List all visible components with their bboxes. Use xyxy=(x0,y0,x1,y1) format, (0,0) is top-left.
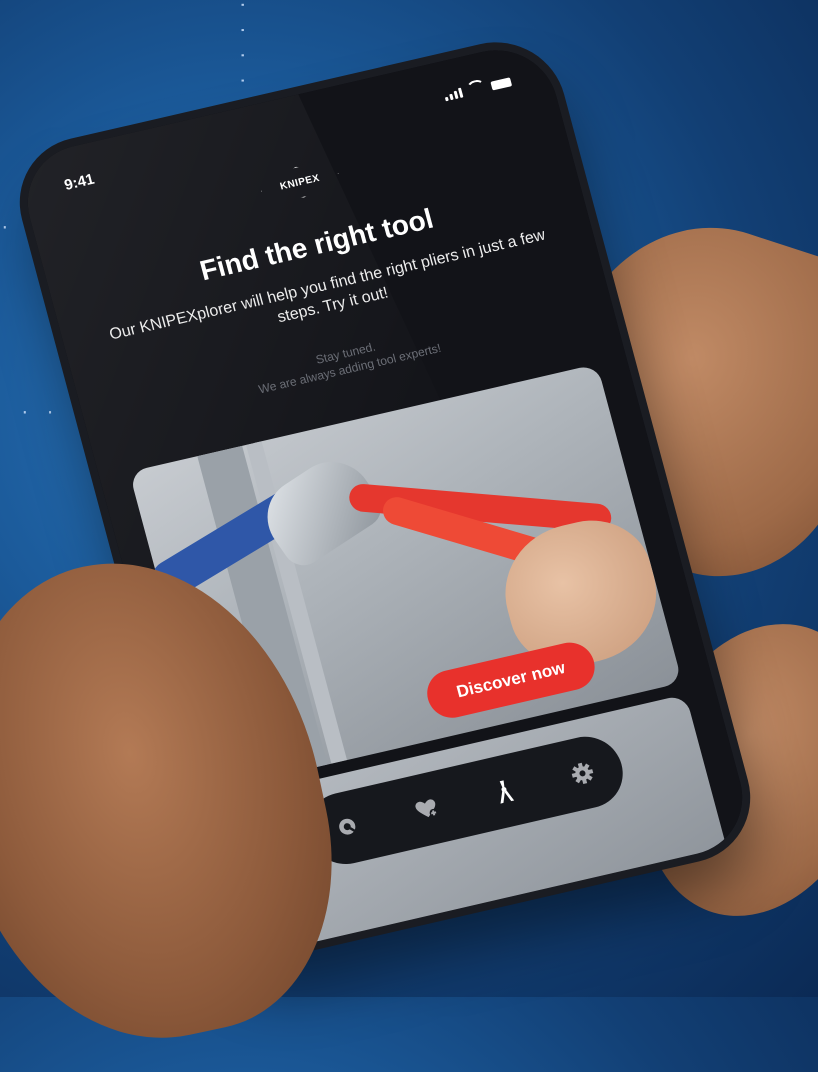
search-icon xyxy=(339,818,356,835)
battery-icon xyxy=(490,77,513,91)
decorative-dots: · · · · xyxy=(233,0,252,89)
gear-icon xyxy=(571,762,594,784)
wifi-icon xyxy=(465,78,487,96)
discover-now-button[interactable]: Discover now xyxy=(421,637,601,723)
tab-explorer[interactable] xyxy=(477,765,531,817)
tab-favorites[interactable] xyxy=(399,783,453,835)
pliers-icon xyxy=(499,780,515,804)
logo-text: KNIPEX xyxy=(278,172,321,193)
heart-plus-icon xyxy=(415,799,438,818)
status-icons xyxy=(442,72,513,102)
tab-settings[interactable] xyxy=(555,747,609,799)
signal-icon xyxy=(443,87,464,102)
